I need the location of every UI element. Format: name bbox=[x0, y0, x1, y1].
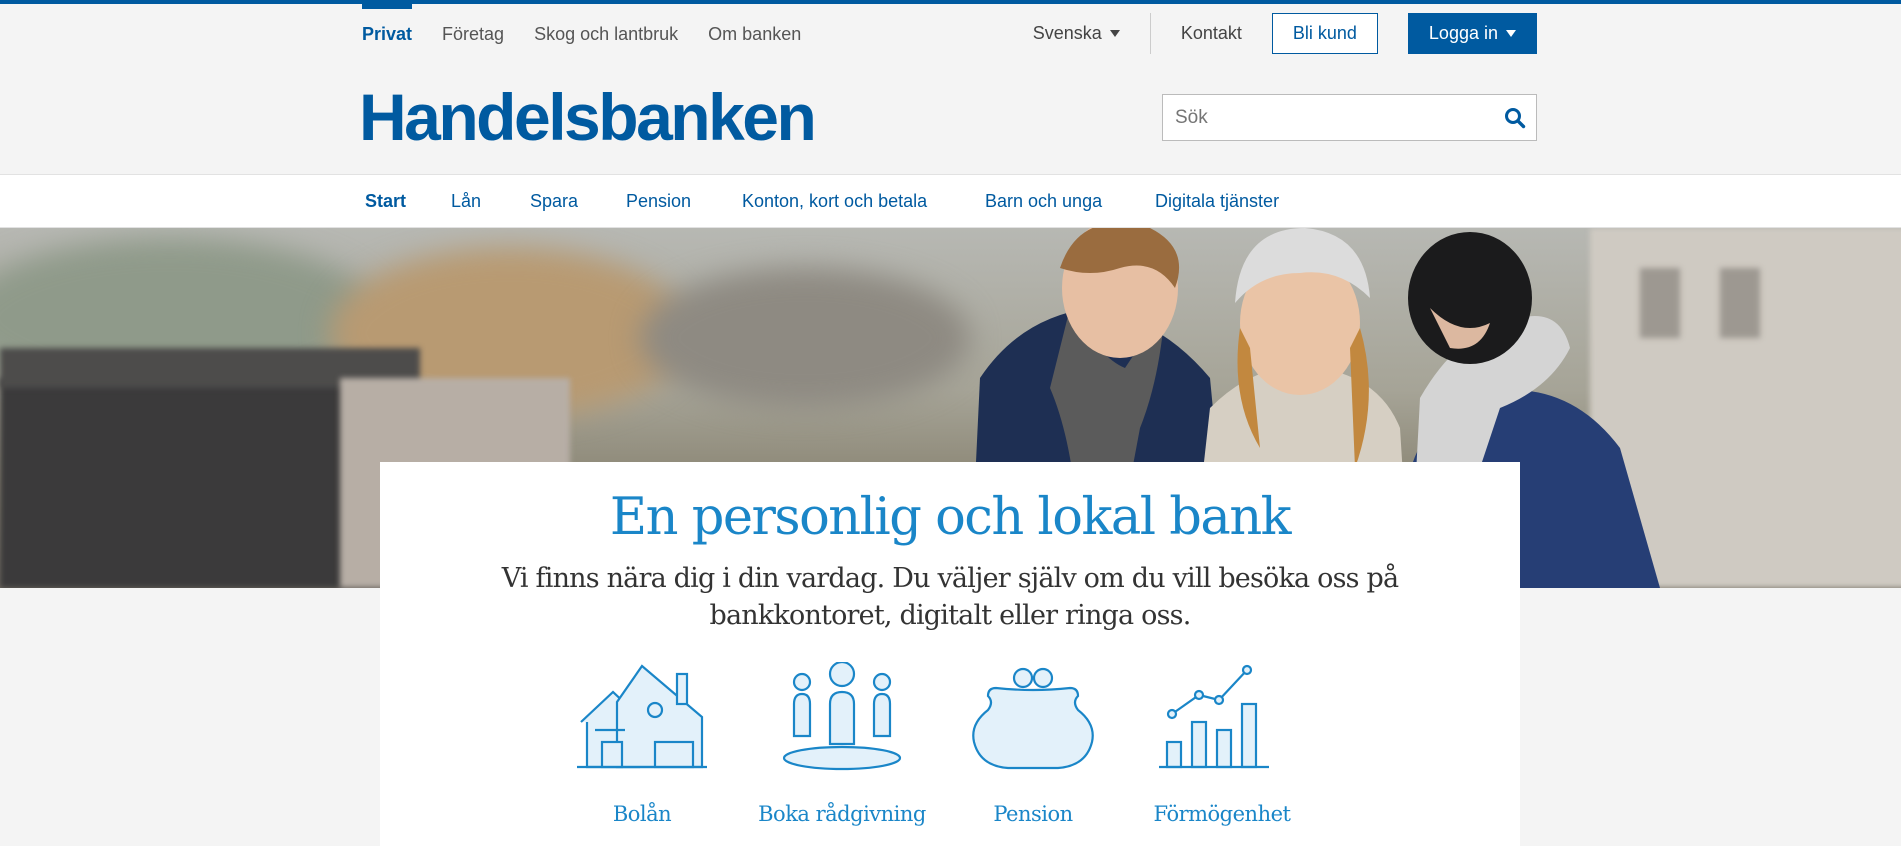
segment-nav: Privat Företag Skog och lantbruk Om bank… bbox=[362, 4, 801, 64]
segment-nav-om-banken[interactable]: Om banken bbox=[708, 4, 801, 64]
main-nav-digitala-tjanster[interactable]: Digitala tjänster bbox=[1155, 191, 1279, 212]
chevron-down-icon bbox=[1506, 30, 1516, 37]
house-icon bbox=[577, 664, 707, 769]
feature-label-formogenhet: Förmögenhet bbox=[1153, 802, 1291, 826]
chevron-down-icon bbox=[1109, 30, 1120, 37]
feature-label-pension: Pension bbox=[993, 802, 1073, 826]
main-nav-pension[interactable]: Pension bbox=[626, 191, 691, 212]
language-label: Svenska bbox=[1032, 23, 1102, 43]
intro-card: En personlig och lokal bank Vi finns när… bbox=[380, 462, 1520, 846]
main-nav-start[interactable]: Start bbox=[365, 191, 406, 212]
segment-nav-foretag[interactable]: Företag bbox=[442, 4, 504, 64]
feature-pension[interactable]: Pension bbox=[943, 662, 1123, 826]
main-nav-barn-och-unga[interactable]: Barn och unga bbox=[985, 191, 1102, 212]
feature-formogenhet[interactable]: Förmögenhet bbox=[1132, 662, 1312, 826]
feature-boka-radgivning[interactable]: Boka rådgivning bbox=[752, 662, 932, 826]
main-nav-konton-kort-och-betala[interactable]: Konton, kort och betala bbox=[742, 191, 927, 212]
intro-text: Vi finns nära dig i din vardag. Du välje… bbox=[501, 563, 1399, 631]
segment-nav-skog-och-lantbruk[interactable]: Skog och lantbruk bbox=[534, 4, 678, 64]
people-meeting-icon bbox=[782, 662, 902, 771]
login-button[interactable]: Logga in bbox=[1407, 13, 1537, 54]
search-icon[interactable] bbox=[1504, 107, 1526, 129]
login-label: Logga in bbox=[1428, 23, 1498, 43]
become-customer-button[interactable]: Bli kund bbox=[1271, 13, 1378, 54]
search-box bbox=[1162, 94, 1537, 141]
hero-bg-house bbox=[640, 268, 970, 408]
piggy-purse-icon bbox=[972, 667, 1094, 770]
main-nav: Start Lån Spara Pension Konton, kort och… bbox=[0, 174, 1901, 228]
intro-title: En personlig och lokal bank bbox=[609, 488, 1292, 547]
segment-nav-privat[interactable]: Privat bbox=[362, 4, 413, 64]
growth-chart-icon bbox=[1159, 664, 1269, 769]
main-nav-spara[interactable]: Spara bbox=[530, 191, 578, 212]
feature-label-boka-radgivning: Boka rådgivning bbox=[758, 802, 926, 826]
contact-link[interactable]: Kontakt bbox=[1151, 23, 1272, 44]
feature-label-bolan: Bolån bbox=[612, 802, 672, 826]
search-input[interactable] bbox=[1163, 106, 1483, 129]
handelsbanken-logo[interactable]: Handelsbanken bbox=[359, 84, 817, 150]
language-selector[interactable]: Svenska bbox=[1033, 13, 1150, 54]
utility-bar: Svenska Kontakt Bli kund Logga in bbox=[1033, 13, 1537, 54]
main-nav-lan[interactable]: Lån bbox=[451, 191, 481, 212]
site-header: Privat Företag Skog och lantbruk Om bank… bbox=[0, 4, 1901, 174]
feature-bolan[interactable]: Bolån bbox=[552, 662, 732, 826]
